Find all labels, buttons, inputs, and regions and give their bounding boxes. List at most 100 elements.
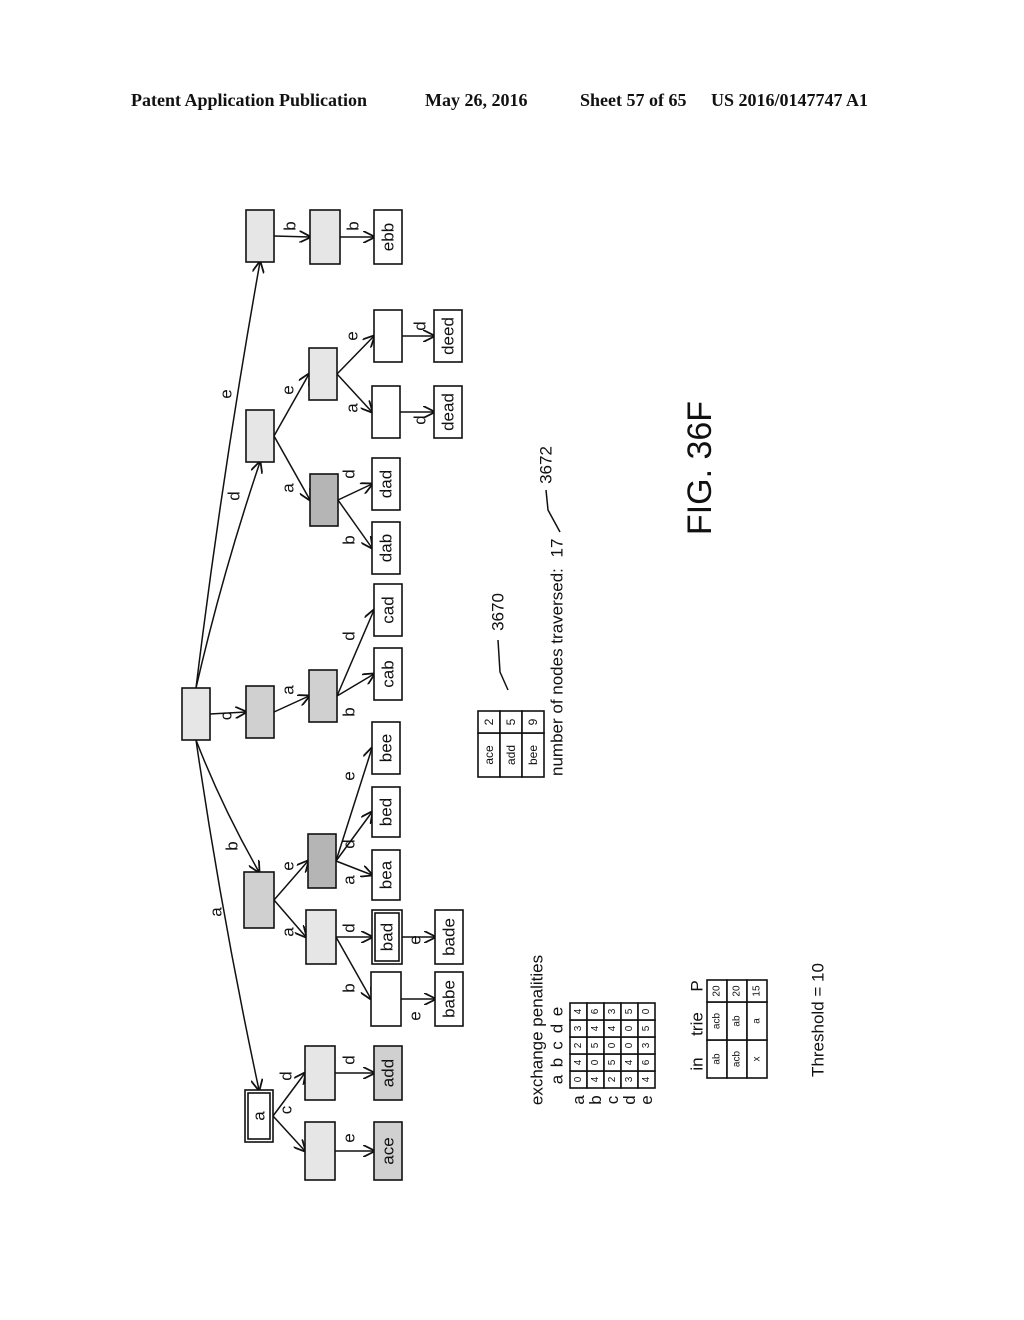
ref-leader-3670 — [497, 639, 509, 691]
trie-node-ad — [304, 1045, 336, 1101]
edge-label-ac: c — [277, 1105, 296, 1114]
node-label: bade — [440, 918, 459, 956]
in-trie-value: ab — [712, 1053, 723, 1065]
edge-eb — [273, 236, 310, 237]
edge-label-bade: e — [406, 935, 425, 944]
penalty-value: 4 — [573, 1008, 584, 1014]
penalty-value: 0 — [573, 1076, 584, 1082]
trie-node-c — [245, 685, 275, 739]
edge-label-dad: d — [340, 469, 359, 478]
trie-node-bab — [370, 971, 402, 1027]
trie-node-ba — [305, 909, 337, 965]
trie-node-bed: bed — [371, 786, 401, 838]
penalty-value: 5 — [590, 1042, 601, 1048]
trie-node-a: a — [244, 1089, 274, 1143]
edge-label-bab: b — [340, 983, 359, 992]
edge-dad — [337, 484, 372, 501]
in-trie-value: acb — [732, 1051, 743, 1068]
node-label: cad — [379, 596, 398, 623]
trie-node-dee — [373, 309, 403, 363]
trie-node-da — [309, 473, 339, 527]
edge-label-be: e — [279, 861, 298, 870]
nodes-traversed-value: 17 — [548, 539, 567, 558]
node-label: ace — [379, 1137, 398, 1164]
edge-label-dead: d — [411, 415, 430, 424]
edge-label-deed: d — [411, 321, 430, 330]
trie-node-b — [243, 871, 275, 929]
edge-label-dab: b — [340, 535, 359, 544]
penalty-value: 5 — [607, 1059, 618, 1065]
in-trie-value: ab — [732, 1015, 743, 1027]
edge-label-add: d — [340, 1055, 359, 1064]
edge-label-ca: a — [279, 685, 298, 695]
trie-node-dad: dad — [371, 457, 401, 511]
penalty-value: 0 — [590, 1059, 601, 1065]
nodes-traversed-label: number of nodes traversed: — [548, 568, 567, 776]
penalty-value: 4 — [573, 1059, 584, 1065]
in-trie-value: acb — [712, 1013, 723, 1030]
node-label: cab — [379, 660, 398, 687]
results-score: 2 — [482, 718, 496, 725]
edge-label-c: c — [217, 711, 236, 720]
trie-node-eb — [309, 209, 341, 265]
penalty-value: 0 — [624, 1042, 635, 1048]
in-trie-value: x — [752, 1057, 763, 1062]
edge-label-bea: a — [340, 875, 359, 885]
edge-label-da: a — [279, 483, 298, 493]
edge-label-bad: d — [340, 923, 359, 932]
node-label: ebb — [379, 223, 398, 251]
penalty-value: 6 — [641, 1059, 652, 1065]
in-trie-value: 20 — [732, 985, 743, 997]
exchange-penalties-title: exchange penalities — [528, 955, 547, 1105]
trie-nodes: aaceaddbabebad badebeabedbeecabcaddabdadd… — [181, 209, 464, 1181]
trie-node-be — [307, 833, 337, 889]
edge-cab — [336, 674, 374, 697]
trie-node-e — [245, 209, 275, 263]
penalty-col-c: c — [548, 1041, 567, 1050]
penalty-value: 5 — [624, 1008, 635, 1014]
trie-node-dab: dab — [371, 521, 401, 575]
edge-label-ad: d — [277, 1071, 296, 1080]
penalty-value: 4 — [590, 1076, 601, 1082]
ref-3670: 3670 — [489, 593, 508, 631]
penalty-col-a: a — [548, 1074, 567, 1084]
edge-label-ebb: b — [344, 221, 363, 230]
penalty-value: 3 — [624, 1076, 635, 1082]
node-label: bed — [377, 798, 396, 826]
edge-e — [195, 262, 260, 689]
results-word: bee — [526, 745, 540, 765]
penalty-value: 5 — [641, 1025, 652, 1031]
trie-header: trie — [688, 1012, 707, 1036]
p-header: P — [688, 980, 707, 991]
edge-label-ba: a — [279, 927, 298, 937]
trie-node-cad: cad — [373, 583, 403, 637]
diagram-annotations: aceddbabedeeadecabddabdeadedeb bace2add5b… — [207, 221, 828, 1142]
penalty-col-b: b — [548, 1058, 567, 1067]
figure-label: FIG. 36F — [681, 401, 719, 535]
penalty-value: 4 — [624, 1059, 635, 1065]
trie-node-add: add — [373, 1045, 403, 1101]
in-trie-value: 15 — [752, 985, 763, 997]
penalty-value: 3 — [607, 1008, 618, 1014]
node-label: bad — [378, 923, 397, 951]
penalty-row-e: e — [637, 1095, 656, 1104]
node-label: bea — [377, 860, 396, 889]
results-score: 5 — [504, 718, 518, 725]
trie-node-root — [181, 687, 211, 741]
ref-leader-3672 — [545, 489, 561, 533]
edge-bed — [335, 812, 372, 862]
penalty-value: 3 — [641, 1042, 652, 1048]
node-label: dad — [377, 470, 396, 498]
edge-bea — [335, 860, 372, 875]
trie-node-cab: cab — [373, 647, 403, 701]
node-label: add — [379, 1059, 398, 1087]
threshold-label: Threshold = 10 — [809, 963, 828, 1077]
penalty-value: 4 — [607, 1025, 618, 1031]
edge-label-cad: d — [340, 631, 359, 640]
trie-node-d — [245, 409, 275, 463]
ref-3672: 3672 — [537, 446, 556, 484]
trie-node-bea: bea — [371, 849, 401, 901]
edge-ac — [272, 1115, 305, 1151]
results-score: 9 — [526, 718, 540, 725]
node-label: dead — [439, 393, 458, 431]
